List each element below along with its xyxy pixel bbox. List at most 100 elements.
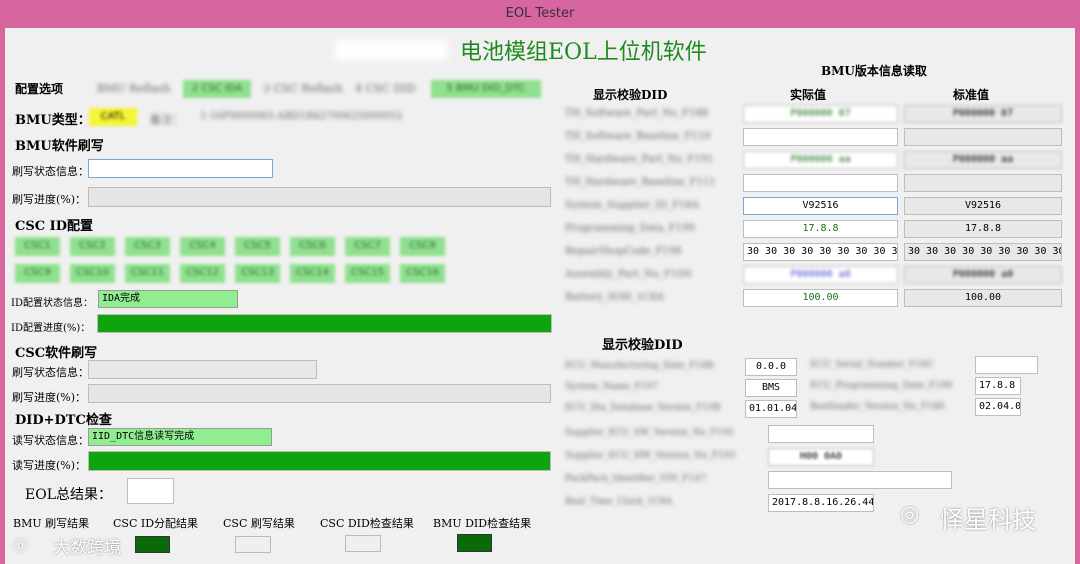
bmu-did-name-7: Assembly_Part_No_F1D0 [565,269,692,280]
csc-button-11[interactable]: CSC11 [125,264,170,283]
note-label: 备注： [150,113,183,126]
client-area: 电池模组EOL上位机软件 配置选项 BMU Reflash 2 CSC IDA … [5,28,1075,564]
ecu-wide-field-0[interactable] [768,425,874,443]
eol-result-label: EOL总结果： [25,487,112,503]
csc-button-6[interactable]: CSC6 [290,237,335,256]
result-indicator-csc-did [345,535,381,552]
did-dtc-status-field[interactable]: IID_DTC信息读写完成 [88,428,272,446]
ecu-wide-name-3: Real_Time_Clock_1C8A [565,497,673,507]
bmu-did-name-4: System_Supplier_ID_F18A [565,200,700,211]
bmu-did-name-5: Programming_Data_F199 [565,223,695,234]
csc-button-2[interactable]: CSC2 [70,237,115,256]
bmu-did-name-1: TH_Software_Baseline_F110 [565,131,711,142]
app-main-title: 电池模组EOL上位机软件 [460,40,707,65]
ecu-left-field-2[interactable]: 01.01.04 [745,400,797,418]
csc-button-5[interactable]: CSC5 [235,237,280,256]
result-indicator-csc-id [135,536,170,553]
app-window: EOL Tester 电池模组EOL上位机软件 配置选项 BMU Reflash… [0,0,1080,564]
ecu-wide-name-1: Supplier_ECU_HW_Version_No_F193 [565,451,736,461]
csc-id-status-label: ID配置状态信息： [11,298,93,309]
bmu-did-name-0: TH_Software_Part_No_F188 [565,108,709,119]
csc-flash-status-label: 刷写状态信息： [12,366,89,379]
did-column-header: 显示校验DID [593,88,668,102]
csc-flash-status-field[interactable] [88,360,317,379]
bmu-type-field[interactable]: CATL [89,108,137,126]
csc-button-4[interactable]: CSC4 [180,237,225,256]
bmu-flash-title: BMU软件刷写 [15,139,104,154]
result-label-bmu-did: BMU DID检查结果 [433,517,532,530]
bmu-actual-field-6[interactable]: 30 30 30 30 30 30 30 30 30 [743,243,898,261]
csc-button-14[interactable]: CSC14 [290,264,335,283]
did-dtc-status-label: 读写状态信息： [12,434,89,447]
bmu-did-name-8: Battery_SOH_1C8A [565,292,665,303]
bmu-actual-field-2[interactable]: P000000 aa [743,151,898,169]
ecu-right-field-0[interactable] [975,356,1038,374]
result-label-csc-id: CSC ID分配结果 [113,517,199,530]
csc-button-10[interactable]: CSC10 [70,264,115,283]
ecu-did-title: 显示校验DID [602,338,683,353]
ecu-wide-name-2: PackPack_Identifier_VIN_F1A7 [565,474,707,484]
bmu-actual-field-7[interactable]: P000000 a0 [743,266,898,284]
bmu-flash-status-field[interactable] [88,159,273,178]
config-option-4[interactable]: 4 CSC DID [355,82,415,95]
csc-button-1[interactable]: CSC1 [15,237,60,256]
csc-id-progress-bar [97,314,552,333]
eol-result-field [127,478,174,504]
watermark-left-logo: ⓞ [13,537,29,555]
config-option-3[interactable]: 3 CSC Reflash [263,82,343,95]
csc-button-15[interactable]: CSC15 [345,264,390,283]
csc-button-7[interactable]: CSC7 [345,237,390,256]
config-option-5[interactable]: 5 BMU DID_DTC [431,80,541,98]
watermark-right-logo: ◎ [900,502,920,527]
csc-button-8[interactable]: CSC8 [400,237,445,256]
config-option-2[interactable]: 2 CSC IDA [183,80,251,98]
watermark-right: 怿星科技 [940,506,1036,534]
ecu-right-name-2: Bootloader_Version_No_F180 [810,402,945,412]
ecu-wide-name-0: Supplier_ECU_SW_Version_No_F195 [565,428,734,438]
bmu-standard-field-2: P000000 aa [904,151,1062,169]
bmu-did-name-2: TH_Hardware_Part_No_F191 [565,154,714,165]
watermark-left: 大数跨境 [53,538,121,558]
ecu-right-name-0: ECU_Serial_Number_F18C [810,360,934,370]
bmu-actual-field-0[interactable]: P000000 07 [743,105,898,123]
ecu-wide-field-2[interactable] [768,471,952,489]
ecu-right-name-1: ECU_Programming_Date_F199 [810,381,953,391]
bmu-type-label: BMU类型： [15,113,91,128]
bmu-actual-field-1[interactable] [743,128,898,146]
result-label-csc-flash: CSC 刷写结果 [223,517,295,530]
bmu-standard-field-0: P000000 07 [904,105,1062,123]
csc-id-status-field[interactable]: IDA完成 [98,290,238,308]
company-logo [335,40,447,60]
result-label-bmu-flash: BMU 刷写结果 [13,517,90,530]
result-indicator-bmu-did [457,534,492,552]
result-label-csc-did: CSC DID检查结果 [320,517,414,530]
bmu-actual-field-5[interactable]: 17.8.8 [743,220,898,238]
bmu-flash-status-label: 刷写状态信息： [12,165,89,178]
csc-button-13[interactable]: CSC13 [235,264,280,283]
bmu-actual-field-3[interactable] [743,174,898,192]
ecu-right-field-1[interactable]: 17.8.8 [975,377,1021,395]
bmu-actual-field-4[interactable]: V92516 [743,197,898,215]
bmu-version-title: BMU版本信息读取 [821,64,927,78]
bmu-actual-field-8[interactable]: 100.00 [743,289,898,307]
csc-flash-progress-label: 刷写进度(%)： [12,391,87,404]
bmu-standard-field-8: 100.00 [904,289,1062,307]
config-option-1[interactable]: BMU Reflash [97,82,171,95]
bmu-flash-progress-label: 刷写进度(%)： [12,193,87,206]
window-title: EOL Tester [505,6,575,21]
ecu-wide-field-1[interactable]: H00 0A0 [768,448,874,466]
ecu-left-field-0[interactable]: 0.0.0 [745,358,797,376]
ecu-left-field-1[interactable]: BMS [745,379,797,397]
csc-button-3[interactable]: CSC3 [125,237,170,256]
config-label: 配置选项 [15,82,64,96]
csc-button-9[interactable]: CSC9 [15,264,60,283]
csc-button-16[interactable]: CSC16 [400,264,445,283]
bmu-standard-field-3 [904,174,1062,192]
ecu-left-name-1: System_Name_F197 [565,382,658,392]
did-dtc-title: DID+DTC检查 [15,413,112,428]
csc-button-12[interactable]: CSC12 [180,264,225,283]
ecu-wide-field-3[interactable]: 2017.8.8.16.26.44 [768,494,874,512]
csc-id-progress-label: ID配置进度(%)： [11,323,91,334]
csc-id-title: CSC ID配置 [15,219,93,234]
ecu-right-field-2[interactable]: 02.04.06 [975,398,1021,416]
